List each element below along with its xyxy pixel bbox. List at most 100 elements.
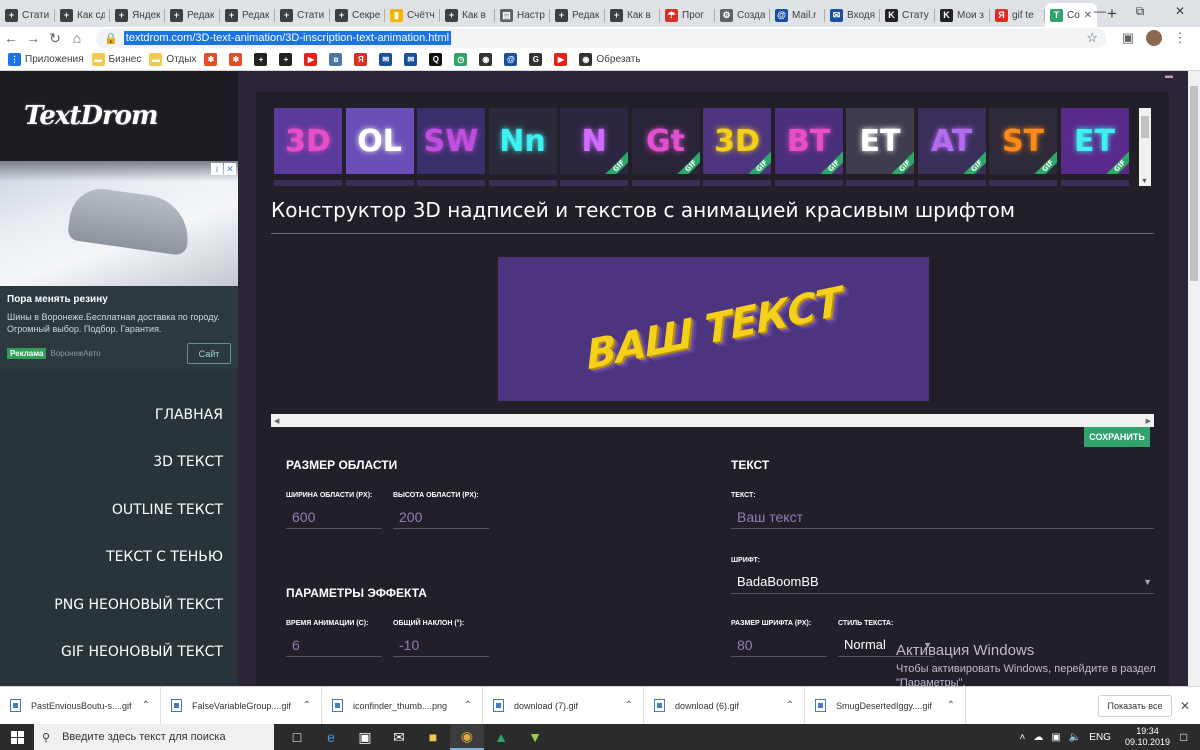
preview-scrollbar[interactable]: ◀ ▶ <box>271 414 1154 427</box>
style-thumbnail[interactable]: ET GIF <box>846 108 914 174</box>
home-icon[interactable]: ⌂ <box>66 30 88 46</box>
browser-tab[interactable]: K Стату <box>880 3 935 27</box>
browser-tab[interactable]: + Как в <box>605 3 660 27</box>
bookmark-item[interactable]: ✱ <box>229 53 246 66</box>
browser-tab[interactable]: @ Mail.r <box>770 3 825 27</box>
browser-tab[interactable]: ☂ Прог <box>660 3 715 27</box>
style-thumbnail[interactable]: Nn <box>488 108 557 174</box>
browser-tab[interactable]: + Редак <box>220 3 275 27</box>
page-scrollbar[interactable] <box>1188 71 1200 686</box>
photoshop-icon[interactable]: ▲ <box>484 724 518 750</box>
chevron-up-icon[interactable]: ˄ <box>1020 732 1026 743</box>
extension-icon[interactable]: ▣ <box>1116 30 1140 46</box>
browser-tab[interactable]: + Редак <box>165 3 220 27</box>
browser-tab[interactable]: ▤ Настр <box>495 3 550 27</box>
close-icon[interactable]: ✕ <box>224 163 236 175</box>
time-input[interactable]: 6 <box>286 633 382 657</box>
chevron-up-icon[interactable]: ⌃ <box>625 700 633 711</box>
bookmark-item[interactable]: ▬ Бизнес <box>91 53 141 66</box>
bookmark-item[interactable]: @ <box>504 53 521 66</box>
height-input[interactable]: 200 <box>393 505 489 529</box>
sidebar-item[interactable]: ТЕКСТ С ТЕНЬЮ <box>0 534 238 582</box>
info-icon[interactable]: i <box>211 163 223 175</box>
bookmark-item[interactable]: Я <box>354 53 371 66</box>
browser-tab[interactable]: ✉ Входя <box>825 3 880 27</box>
notifications-icon[interactable]: □ <box>1180 730 1200 744</box>
restore-icon[interactable]: ⧉ <box>1120 0 1160 22</box>
style-thumbnail[interactable]: 3D <box>274 108 342 174</box>
sidebar-item[interactable]: OUTLINE ТЕКСТ <box>0 486 238 534</box>
browser-tab[interactable]: + Стати <box>0 3 55 27</box>
task-view-icon[interactable]: □ <box>280 724 314 750</box>
clock[interactable]: 19:34 09.10.2019 <box>1125 726 1170 748</box>
style-thumbnail[interactable] <box>1060 180 1129 186</box>
browser-tab[interactable]: + Секре <box>330 3 385 27</box>
forward-icon[interactable]: → <box>22 30 44 46</box>
style-thumbnail[interactable]: BT GIF <box>774 108 843 174</box>
language-flags[interactable]: ▬ <box>1165 71 1173 80</box>
save-button[interactable]: СОХРАНИТЬ <box>1084 427 1150 447</box>
style-thumbnail[interactable] <box>631 180 700 186</box>
style-thumbnail[interactable]: ST GIF <box>989 108 1057 174</box>
style-thumbnail[interactable]: 3D GIF <box>703 108 771 174</box>
back-icon[interactable]: ← <box>0 30 22 46</box>
chevron-up-icon[interactable]: ⌃ <box>947 700 955 711</box>
chrome-icon[interactable]: ◉ <box>450 724 484 750</box>
style-thumbnail[interactable] <box>345 180 414 186</box>
ad-site-button[interactable]: Сайт <box>187 343 231 364</box>
show-all-button[interactable]: Показать все <box>1098 694 1172 717</box>
taskbar-search[interactable]: ⚲ Введите здесь текст для поиска <box>34 724 274 750</box>
bookmark-item[interactable]: Q <box>429 53 446 66</box>
minimize-icon[interactable]: — <box>1080 0 1120 22</box>
browser-tab[interactable]: + Редак <box>550 3 605 27</box>
style-thumbnail[interactable]: SW <box>417 108 485 174</box>
bookmark-item[interactable]: в <box>329 53 346 66</box>
cloud-icon[interactable]: ☁ <box>1033 732 1043 743</box>
style-thumbnail[interactable] <box>488 180 557 186</box>
close-icon[interactable]: ✕ <box>1180 699 1200 713</box>
download-item[interactable]: download (6).gif ⌃ <box>644 686 805 725</box>
download-item[interactable]: FalseVariableGroup....gif ⌃ <box>161 686 322 725</box>
windows-start-icon[interactable] <box>0 724 34 750</box>
browser-tab[interactable]: ▮ Счётч <box>385 3 440 27</box>
bookmark-item[interactable]: ▬ Отдых <box>149 53 196 66</box>
address-bar[interactable]: 🔒 textdrom.com/3D-text-animation/3D-insc… <box>96 28 1106 48</box>
mail-icon[interactable]: ✉ <box>382 724 416 750</box>
chevron-up-icon[interactable]: ⌃ <box>786 700 794 711</box>
bookmark-item[interactable]: ✉ <box>379 53 396 66</box>
chevron-up-icon[interactable]: ⌃ <box>303 700 311 711</box>
download-item[interactable]: SmugDesertedIggy....gif ⌃ <box>805 686 966 725</box>
ad-image[interactable]: i ✕ <box>0 161 238 286</box>
gallery-scrollbar[interactable]: ▼ <box>1139 108 1151 186</box>
bookmark-item[interactable]: ◉ Обрезать <box>579 53 641 66</box>
style-thumbnail[interactable] <box>846 180 914 186</box>
sidebar-item[interactable]: PNG НЕОНОВЫЙ ТЕКСТ <box>0 581 238 629</box>
chevron-up-icon[interactable]: ⌃ <box>142 700 150 711</box>
style-thumbnail[interactable]: ET GIF <box>1060 108 1129 174</box>
style-thumbnail[interactable]: AT GIF <box>917 108 986 174</box>
bookmark-item[interactable]: ⋮ Приложения <box>8 53 84 66</box>
browser-tab[interactable]: + Как в <box>440 3 495 27</box>
download-item[interactable]: iconfinder_thumb....png ⌃ <box>322 686 483 725</box>
close-icon[interactable]: ✕ <box>1160 0 1200 22</box>
sidebar-item[interactable]: GIF НЕОНОВЫЙ ТЕКСТ <box>0 629 238 677</box>
style-thumbnail[interactable] <box>274 180 342 186</box>
style-thumbnail[interactable] <box>560 180 628 186</box>
reload-icon[interactable]: ↻ <box>44 30 66 47</box>
text-input[interactable]: Ваш текст <box>731 505 1154 529</box>
bookmark-item[interactable]: + <box>279 53 296 66</box>
font-select[interactable]: BadaBoomBB ▼ <box>731 570 1154 594</box>
style-thumbnail[interactable] <box>417 180 485 186</box>
download-item[interactable]: PastEnviousBoutu-s....gif ⌃ <box>0 686 161 725</box>
site-logo[interactable]: TextDrom <box>0 71 238 161</box>
menu-icon[interactable]: ⋮ <box>1168 30 1192 46</box>
browser-tab[interactable]: + Яндек <box>110 3 165 27</box>
ad-title[interactable]: Пора менять резину <box>0 286 238 305</box>
bookmark-item[interactable]: + <box>254 53 271 66</box>
font-size-input[interactable]: 80 <box>731 633 827 657</box>
bookmark-item[interactable]: ◉ <box>479 53 496 66</box>
style-thumbnail[interactable]: OL <box>345 108 414 174</box>
chevron-up-icon[interactable]: ⌃ <box>464 700 472 711</box>
bookmark-item[interactable]: G <box>529 53 546 66</box>
ad-block[interactable]: i ✕ Пора менять резину Шины в Воронеже.Б… <box>0 161 238 369</box>
